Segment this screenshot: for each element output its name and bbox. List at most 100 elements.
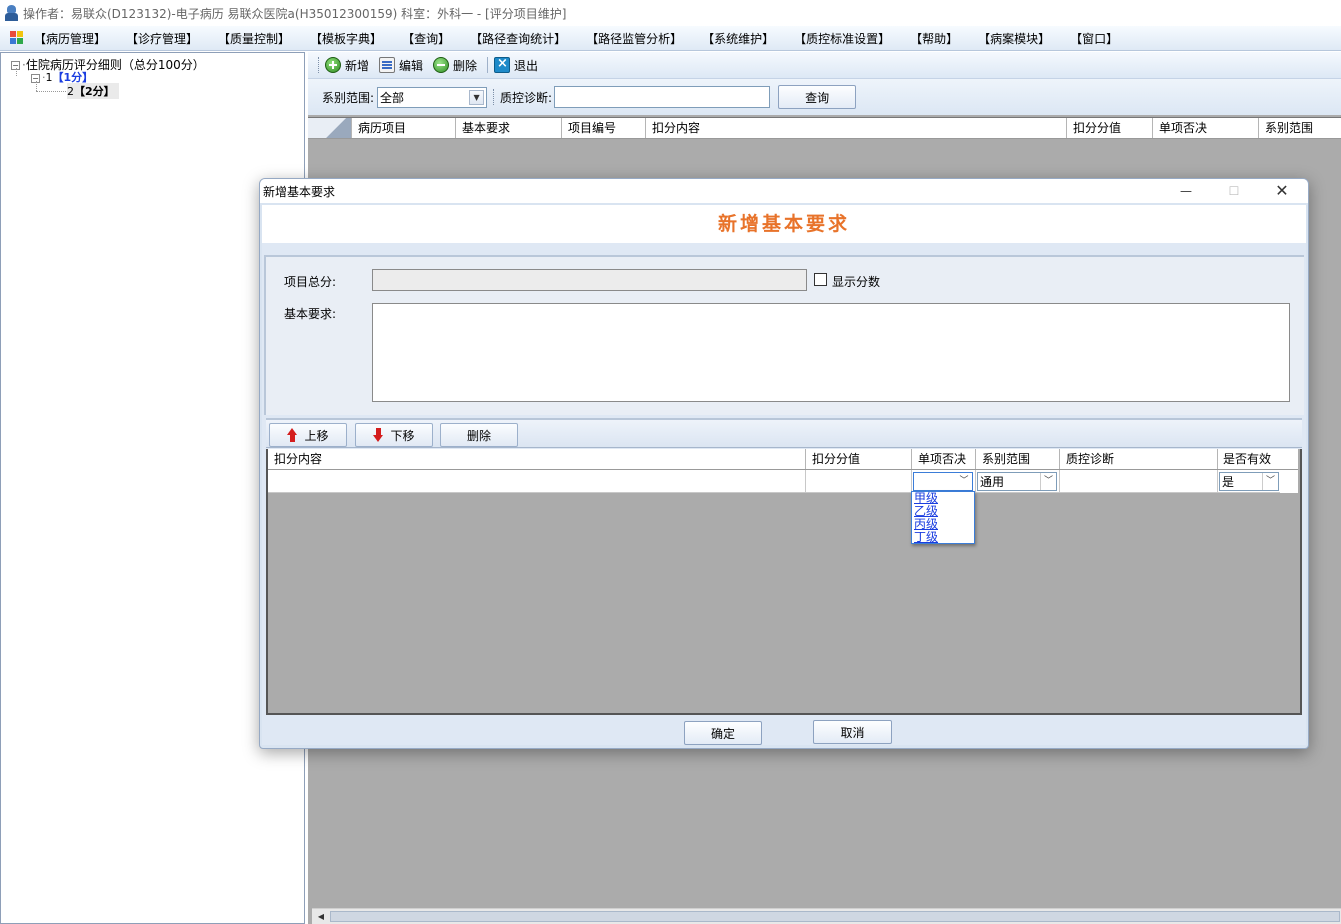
cancel-button[interactable]: 取消 (813, 720, 892, 744)
tree-node-2-score: 【2分】 (74, 85, 115, 98)
show-score-label: 显示分数 (832, 275, 881, 289)
dialog-body: 新增基本要求 项目总分: 显示分数 基本要求: 上移 下移 删除 扣分内容 扣分… (262, 205, 1306, 745)
chevron-down-icon[interactable]: ﹀ (1262, 473, 1278, 490)
requirement-form: 项目总分: 显示分数 基本要求: (264, 255, 1304, 415)
dropdown-option-grade-d[interactable]: 丁级 (912, 531, 974, 544)
col-record-item[interactable]: 病历项目 (352, 118, 456, 138)
exit-icon (494, 56, 511, 73)
delete-label: 删除 (453, 58, 478, 73)
edit-label: 编辑 (399, 58, 424, 73)
col-deduct-value[interactable]: 扣分分值 (1067, 118, 1153, 138)
dialog-title: 新增基本要求 (263, 184, 336, 199)
move-down-button[interactable]: 下移 (355, 423, 433, 447)
scroll-left-icon[interactable]: ◀ (314, 911, 328, 923)
menu-bar: 【病历管理】 【诊疗管理】 【质量控制】 【模板字典】 【查询】 【路径查询统计… (0, 26, 1341, 51)
add-icon (325, 57, 341, 73)
total-score-label: 项目总分: (284, 275, 337, 289)
show-score-checkbox[interactable] (814, 273, 827, 286)
minimize-icon[interactable]: — (1164, 179, 1208, 203)
edit-button[interactable]: 编辑 (379, 57, 423, 74)
menu-diagnosis[interactable]: 【诊疗管理】 (126, 30, 198, 47)
scope-select[interactable]: 全部 ▼ (377, 86, 488, 108)
move-down-label: 下移 (390, 428, 415, 443)
col-basic-requirement[interactable]: 基本要求 (456, 118, 562, 138)
menu-help[interactable]: 【帮助】 (910, 30, 958, 47)
grid-corner[interactable] (308, 118, 352, 138)
veto-cell[interactable]: ﹀ (912, 470, 976, 493)
scope-cell[interactable]: 通用 ﹀ (976, 470, 1060, 493)
tree-node-1-number: 1 (45, 71, 53, 84)
menu-system-maintenance[interactable]: 【系统维护】 (702, 30, 774, 47)
veto-select[interactable]: ﹀ (913, 472, 973, 491)
query-button-label: 查询 (805, 90, 830, 105)
chevron-down-icon[interactable]: ﹀ (1040, 473, 1056, 490)
menu-qc-standard-settings[interactable]: 【质控标准设置】 (794, 30, 890, 47)
deduction-toolbar: 上移 下移 删除 (266, 418, 1302, 448)
filter-separator (493, 89, 495, 105)
menu-quality-control[interactable]: 【质量控制】 (218, 30, 290, 47)
horizontal-scrollbar[interactable]: ◀ (312, 908, 1341, 924)
deduct-content-cell[interactable] (268, 470, 806, 493)
deduction-grid-header: 扣分内容 扣分分值 单项否决 系别范围 质控诊断 是否有效 (268, 449, 1298, 470)
col-scope[interactable]: 系别范围 (976, 449, 1060, 469)
qc-diagnosis-cell[interactable] (1060, 470, 1218, 493)
col-deduct-content[interactable]: 扣分内容 (646, 118, 1067, 138)
main-grid-header: 病历项目 基本要求 项目编号 扣分内容 扣分分值 单项否决 系别范围 (308, 117, 1341, 139)
scope-cell-select[interactable]: 通用 ﹀ (977, 472, 1057, 491)
window-title: 操作者：易联众(D123132)-电子病历 易联众医院a(H3501230015… (23, 6, 567, 21)
menu-medical-records[interactable]: 【病历管理】 (34, 30, 106, 47)
toolbar-grip (318, 57, 321, 73)
chevron-down-icon[interactable]: ▼ (469, 89, 485, 105)
delete-row-button[interactable]: 删除 (440, 423, 518, 447)
exit-button[interactable]: 退出 (494, 56, 538, 74)
app-menu-icon[interactable] (10, 31, 24, 45)
main-toolbar: 新增 编辑 删除 退出 (308, 52, 1341, 79)
chevron-down-icon[interactable]: ﹀ (956, 473, 972, 490)
diagnosis-input[interactable] (554, 86, 771, 108)
valid-cell[interactable]: 是 ﹀ (1218, 470, 1280, 493)
menu-query[interactable]: 【查询】 (402, 30, 450, 47)
col-veto[interactable]: 单项否决 (1153, 118, 1259, 138)
valid-select-value: 是 (1222, 475, 1235, 489)
move-up-button[interactable]: 上移 (269, 423, 347, 447)
app-user-icon (4, 5, 20, 21)
requirement-label: 基本要求: (284, 307, 337, 321)
tree-node-2[interactable]: 2【2分】 (67, 83, 119, 99)
col-deduct-content[interactable]: 扣分内容 (268, 449, 806, 469)
deduction-grid: 扣分内容 扣分分值 单项否决 系别范围 质控诊断 是否有效 ﹀ 通用 ﹀ 是 ﹀ (266, 449, 1302, 715)
filter-bar: 系别范围: 全部 ▼ 质控诊断: 查询 (308, 79, 1341, 115)
diagnosis-label: 质控诊断: (500, 90, 553, 105)
close-icon[interactable]: ✕ (1260, 179, 1304, 203)
col-valid[interactable]: 是否有效 (1218, 449, 1280, 469)
cancel-label: 取消 (840, 725, 865, 740)
menu-path-query-stats[interactable]: 【路径查询统计】 (470, 30, 566, 47)
scroll-thumb[interactable] (330, 911, 1340, 922)
total-score-input[interactable] (372, 269, 807, 291)
query-button[interactable]: 查询 (778, 85, 857, 109)
delete-icon (433, 57, 450, 73)
valid-select[interactable]: 是 ﹀ (1219, 472, 1279, 491)
col-veto[interactable]: 单项否决 (912, 449, 976, 469)
move-up-label: 上移 (304, 428, 329, 443)
dialog-titlebar: 新增基本要求 — ☐ ✕ (260, 179, 1308, 203)
requirement-textarea[interactable] (372, 303, 1290, 402)
deduct-value-cell[interactable] (806, 470, 912, 493)
col-item-code[interactable]: 项目编号 (562, 118, 646, 138)
maximize-icon[interactable]: ☐ (1212, 179, 1256, 203)
scope-select-value: 全部 (380, 90, 405, 105)
menu-case-module[interactable]: 【病案模块】 (978, 30, 1050, 47)
confirm-button[interactable]: 确定 (684, 721, 762, 745)
menu-template-dictionary[interactable]: 【模板字典】 (310, 30, 382, 47)
edit-icon (379, 57, 396, 73)
delete-button[interactable]: 删除 (433, 57, 477, 74)
menu-path-monitor-analysis[interactable]: 【路径监管分析】 (586, 30, 682, 47)
col-scope[interactable]: 系别范围 (1259, 118, 1341, 138)
veto-dropdown-list: 甲级 乙级 丙级 丁级 (911, 491, 975, 544)
col-deduct-value[interactable]: 扣分分值 (806, 449, 912, 469)
tree-node-2-number: 2 (67, 85, 74, 98)
window-titlebar: 操作者：易联众(D123132)-电子病历 易联众医院a(H3501230015… (0, 0, 1341, 26)
scope-cell-value: 通用 (980, 475, 1005, 489)
col-qc-diagnosis[interactable]: 质控诊断 (1060, 449, 1218, 469)
menu-window[interactable]: 【窗口】 (1070, 30, 1118, 47)
add-button[interactable]: 新增 (325, 57, 369, 74)
